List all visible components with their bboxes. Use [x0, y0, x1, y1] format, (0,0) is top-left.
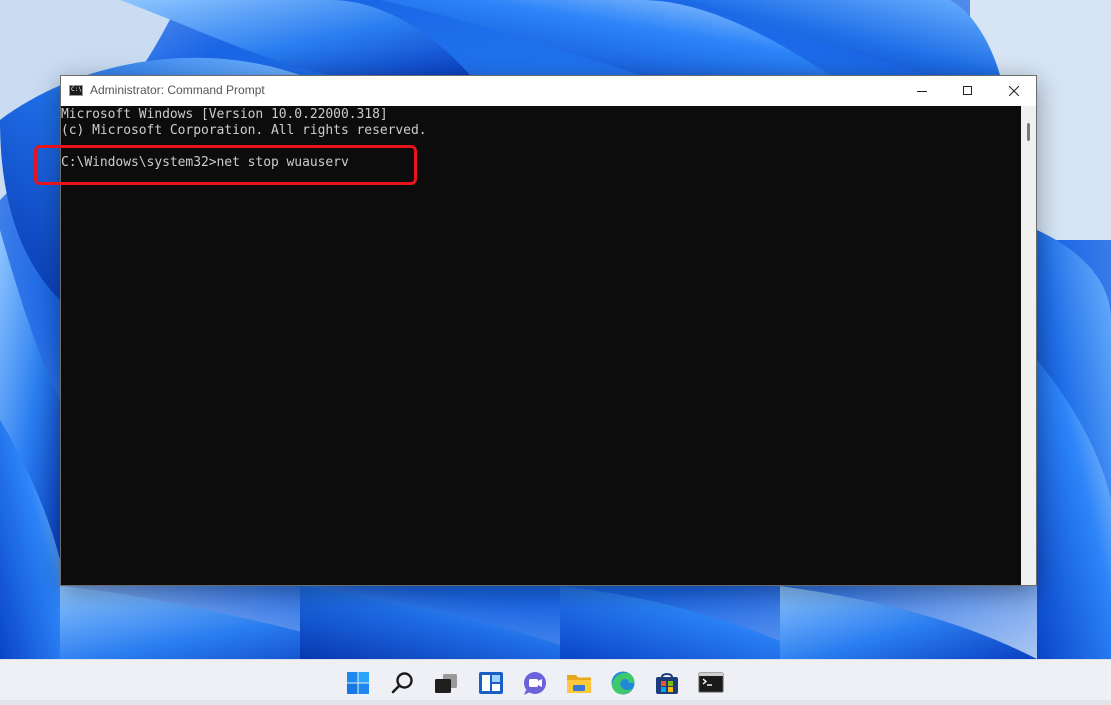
maximize-icon [963, 86, 972, 95]
command-highlight-box [34, 145, 417, 185]
maximize-button[interactable] [945, 76, 991, 106]
vertical-scrollbar[interactable] [1021, 106, 1036, 585]
cmd-icon: C:\ [69, 85, 83, 96]
desktop: C:\ Administrator: Command Prompt Micros… [0, 0, 1111, 705]
scrollbar-thumb[interactable] [1027, 123, 1030, 141]
console-line: (c) Microsoft Corporation. All rights re… [61, 123, 427, 138]
close-button[interactable] [991, 76, 1037, 106]
edge-icon[interactable] [608, 668, 638, 698]
window-title: Administrator: Command Prompt [90, 83, 265, 97]
widgets-icon[interactable] [476, 668, 506, 698]
taskbar [0, 659, 1111, 705]
windows-start-icon[interactable] [343, 668, 373, 698]
microsoft-store-icon[interactable] [652, 668, 682, 698]
terminal-icon[interactable] [696, 668, 726, 698]
file-explorer-icon[interactable] [564, 668, 594, 698]
title-bar[interactable]: C:\ Administrator: Command Prompt [61, 76, 1036, 106]
minimize-icon [917, 91, 927, 92]
task-view-icon[interactable] [431, 668, 461, 698]
chat-icon[interactable] [520, 668, 550, 698]
taskbar-bottom-edge [0, 700, 1111, 705]
cmd-icon-text: C:\ [71, 86, 82, 93]
search-icon[interactable] [388, 668, 418, 698]
console-line: Microsoft Windows [Version 10.0.22000.31… [61, 107, 388, 122]
close-icon [1009, 86, 1019, 96]
minimize-button[interactable] [899, 76, 945, 106]
